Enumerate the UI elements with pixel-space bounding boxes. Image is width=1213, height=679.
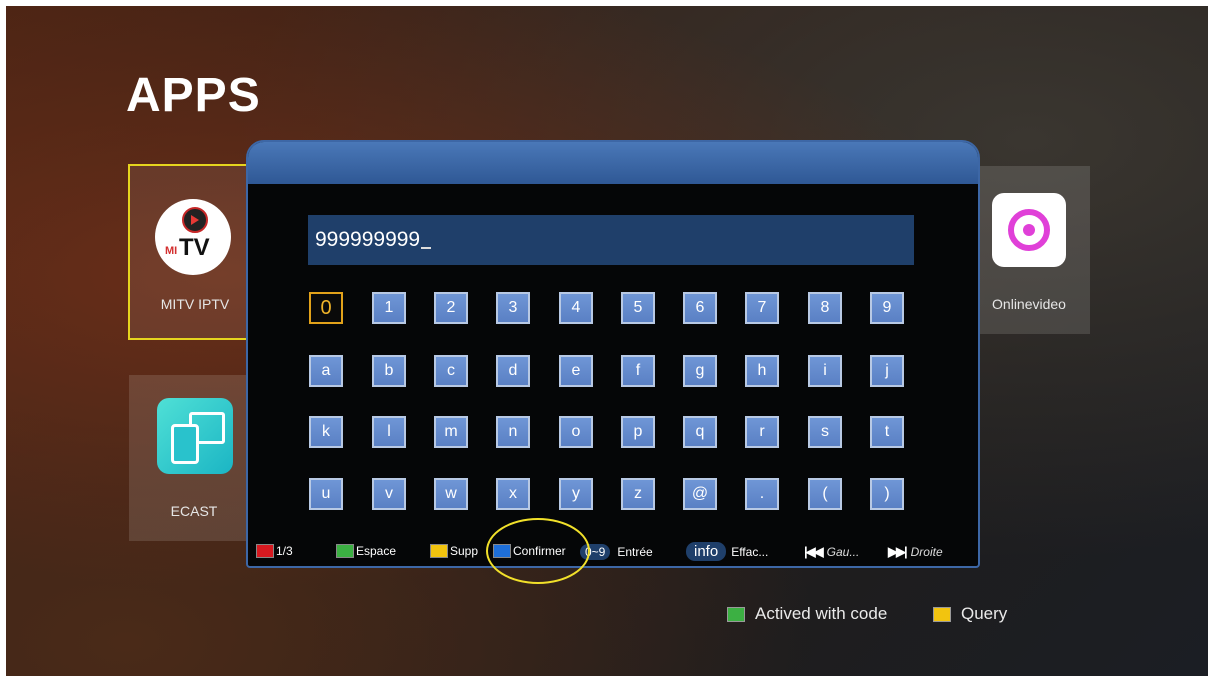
keyboard-dialog: 999999999 0123456789 abcdefghij klmnopqrst… <box>246 140 980 568</box>
app-label-mitv: MITV IPTV <box>160 296 230 312</box>
key-1-9[interactable]: j <box>870 355 904 387</box>
legend-red-label: 1/3 <box>276 544 293 558</box>
app-tile-onlinevideo[interactable]: Onlinevideo <box>968 166 1090 334</box>
key-1-4[interactable]: e <box>559 355 593 387</box>
text-caret <box>421 247 432 249</box>
legend-red: 1/3 <box>256 544 293 558</box>
legend-info: info Effac... <box>686 542 768 561</box>
key-2-2[interactable]: m <box>434 416 468 448</box>
key-2-3[interactable]: n <box>496 416 530 448</box>
highlight-annotation <box>486 518 590 584</box>
legend-next-label: Droite <box>910 545 943 559</box>
page-title: APPS <box>126 69 261 122</box>
key-3-9[interactable]: ) <box>870 478 904 510</box>
mitv-logo-icon: MI TV <box>155 199 231 275</box>
green-key-icon <box>336 544 354 558</box>
key-1-5[interactable]: f <box>621 355 655 387</box>
key-3-1[interactable]: v <box>372 478 406 510</box>
key-0-2[interactable]: 2 <box>434 292 468 324</box>
key-2-0[interactable]: k <box>309 416 343 448</box>
bottom-legend-yellow-label: Query <box>961 604 1008 623</box>
skip-next-icon: ▶▶| <box>888 544 908 559</box>
app-tile-ecast[interactable]: ECAST <box>129 375 259 541</box>
key-0-4[interactable]: 4 <box>559 292 593 324</box>
key-1-7[interactable]: h <box>745 355 779 387</box>
key-3-7[interactable]: . <box>745 478 779 510</box>
key-3-0[interactable]: u <box>309 478 343 510</box>
red-key-icon <box>256 544 274 558</box>
key-0-9[interactable]: 9 <box>870 292 904 324</box>
legend-green-label: Espace <box>356 544 397 558</box>
bottom-legend-green-label: Actived with code <box>755 604 888 623</box>
legend-digits: 0~9 Entrée <box>580 544 653 560</box>
legend-prev: |◀◀ Gau... <box>804 544 859 560</box>
onlinevideo-play-icon <box>992 193 1066 267</box>
key-2-5[interactable]: p <box>621 416 655 448</box>
dialog-header <box>248 142 978 184</box>
key-0-8[interactable]: 8 <box>808 292 842 324</box>
key-0-3[interactable]: 3 <box>496 292 530 324</box>
key-2-7[interactable]: r <box>745 416 779 448</box>
key-2-6[interactable]: q <box>683 416 717 448</box>
key-0-6[interactable]: 6 <box>683 292 717 324</box>
key-3-8[interactable]: ( <box>808 478 842 510</box>
key-0-1[interactable]: 1 <box>372 292 406 324</box>
key-2-4[interactable]: o <box>559 416 593 448</box>
key-0-7[interactable]: 7 <box>745 292 779 324</box>
skip-previous-icon: |◀◀ <box>804 544 824 559</box>
key-2-9[interactable]: t <box>870 416 904 448</box>
key-1-8[interactable]: i <box>808 355 842 387</box>
key-0-0[interactable]: 0 <box>309 292 343 324</box>
key-1-6[interactable]: g <box>683 355 717 387</box>
key-3-3[interactable]: x <box>496 478 530 510</box>
key-2-8[interactable]: s <box>808 416 842 448</box>
key-3-2[interactable]: w <box>434 478 468 510</box>
key-1-1[interactable]: b <box>372 355 406 387</box>
key-1-3[interactable]: d <box>496 355 530 387</box>
key-1-0[interactable]: a <box>309 355 343 387</box>
bottom-legend-green: Actived with code <box>727 604 887 624</box>
yellow-key-icon <box>933 606 951 622</box>
app-label-ecast: ECAST <box>170 503 218 519</box>
app-tile-mitv-iptv[interactable]: MI TV MITV IPTV <box>128 164 262 340</box>
code-input[interactable]: 999999999 <box>308 215 914 265</box>
legend-info-label: Effac... <box>731 544 769 559</box>
info-key: info <box>686 542 727 561</box>
dialog-legend: 1/3 Espace Supp Confirmer 0~9 Entrée inf… <box>248 540 978 566</box>
yellow-key-icon <box>430 544 448 558</box>
key-2-1[interactable]: l <box>372 416 406 448</box>
legend-green: Espace <box>336 544 396 558</box>
key-1-2[interactable]: c <box>434 355 468 387</box>
bottom-legend-yellow: Query <box>933 604 1007 624</box>
ecast-screen-icon <box>157 398 233 474</box>
key-3-4[interactable]: y <box>559 478 593 510</box>
legend-digits-label: Entrée <box>617 545 653 559</box>
app-label-onlinevideo: Onlinevideo <box>992 296 1066 312</box>
key-3-5[interactable]: z <box>621 478 655 510</box>
key-0-5[interactable]: 5 <box>621 292 655 324</box>
legend-yellow: Supp <box>430 544 478 558</box>
key-3-6[interactable]: @ <box>683 478 717 510</box>
green-key-icon <box>727 606 745 622</box>
legend-prev-label: Gau... <box>826 545 860 559</box>
legend-yellow-label: Supp <box>450 544 479 558</box>
legend-next: ▶▶| Droite <box>888 544 943 560</box>
tv-screen: APPS MI TV MITV IPTV ECAST Onlinevideo 9… <box>6 6 1208 676</box>
code-input-value: 999999999 <box>315 228 421 251</box>
